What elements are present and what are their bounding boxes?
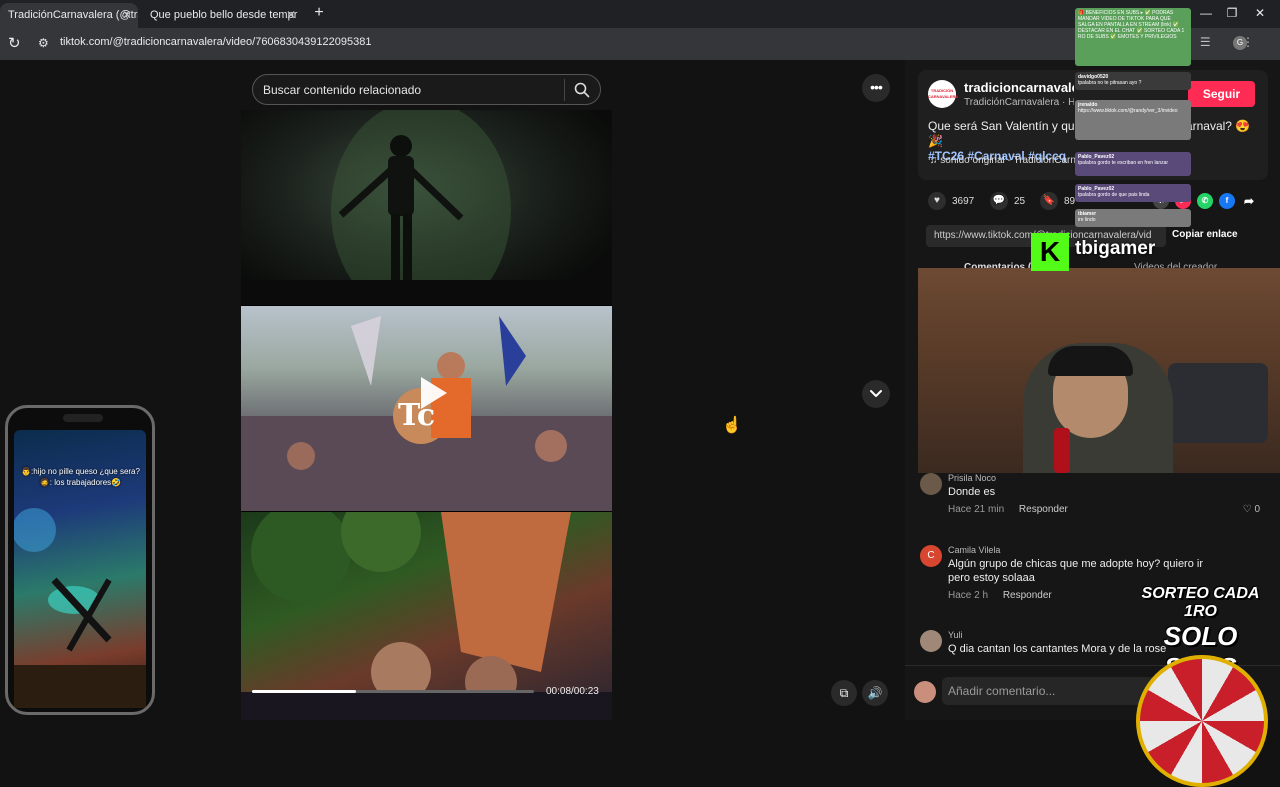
phone-overlay: 👨:hijo no pille queso ¿que sera? 🧔: los … bbox=[5, 405, 155, 715]
like-count: 3697 bbox=[952, 196, 975, 207]
comment-meta: Hace 21 min Responder bbox=[948, 504, 1068, 515]
pip-button[interactable]: ⧉ bbox=[831, 680, 857, 706]
more-options-button[interactable]: ••• bbox=[862, 74, 890, 102]
video-progress-fill bbox=[252, 690, 357, 693]
search-input[interactable] bbox=[263, 82, 553, 98]
creator-avatar[interactable]: TRADICIÓN CARNAVALERA bbox=[928, 80, 958, 108]
commenter-name[interactable]: Camila Vilela bbox=[948, 545, 1000, 555]
close-tab-icon[interactable]: ✕ bbox=[286, 3, 296, 28]
chat-message: davidgo0520 tpalabra no te pitrasan ayo … bbox=[1075, 72, 1191, 90]
volume-button[interactable]: 🔊 bbox=[862, 680, 888, 706]
comment-count: 25 bbox=[1014, 196, 1026, 207]
commenter-avatar[interactable] bbox=[920, 630, 942, 652]
performer-silhouette bbox=[241, 110, 612, 320]
comment-time: Hace 2 h bbox=[948, 590, 989, 601]
reply-button[interactable]: Responder bbox=[1019, 504, 1068, 515]
comment-text: Algún grupo de chicas que me adopte hoy?… bbox=[948, 558, 1204, 584]
chat-text: 🎁 BENEFICIOS EN SUBS ▸ ✅ PODRAS MANDAR V… bbox=[1078, 10, 1185, 40]
kick-logo-icon: K bbox=[1031, 233, 1069, 271]
chat-message: Pablo_Pavez02 tpalabra gordo te escriban… bbox=[1075, 152, 1191, 176]
comment-item: Prisila Noco Donde es Hace 21 min Respon… bbox=[918, 473, 1268, 518]
stream-chat: 🎁 BENEFICIOS EN SUBS ▸ ✅ PODRAS MANDAR V… bbox=[1075, 8, 1193, 230]
comment-icon[interactable]: 💬 bbox=[990, 192, 1008, 210]
tab-label: TradiciónCarnavalera (@tra bbox=[8, 9, 138, 21]
search-divider bbox=[564, 79, 565, 101]
chat-message: 🎁 BENEFICIOS EN SUBS ▸ ✅ PODRAS MANDAR V… bbox=[1075, 8, 1191, 66]
commenter-avatar[interactable]: C bbox=[920, 545, 942, 567]
new-tab-button[interactable]: + bbox=[310, 4, 328, 22]
commenter-name[interactable]: Yuli bbox=[948, 630, 963, 640]
video-player[interactable]: Tc bbox=[241, 110, 612, 720]
webcam-couch bbox=[1168, 363, 1268, 443]
video-frame-crowd: Tc bbox=[241, 306, 612, 511]
tc-watermark: Tc bbox=[398, 398, 436, 433]
user-avatar bbox=[914, 681, 936, 703]
chat-text: tpalabra gordo te escriban en fren lanza… bbox=[1078, 160, 1169, 166]
video-time: 00:08/00:23 bbox=[546, 686, 599, 697]
chat-message: jrenaldo https://www.tiktok.com/@randy/v… bbox=[1075, 100, 1191, 140]
video-frame-concert bbox=[241, 110, 612, 320]
reload-icon[interactable]: ↻ bbox=[8, 34, 21, 52]
comment-like-count: 0 bbox=[1254, 504, 1260, 515]
chevron-down-icon bbox=[870, 390, 882, 397]
minimize-icon[interactable]: — bbox=[1198, 6, 1214, 20]
streamer-webcam bbox=[918, 268, 1280, 473]
creator-subtitle: TradiciónCarnavalera · Hace 5 días bbox=[964, 97, 1074, 108]
mouse-cursor-icon: ☝ bbox=[722, 417, 742, 434]
webcam-microphone bbox=[1054, 428, 1070, 473]
reply-button[interactable]: Responder bbox=[1003, 590, 1052, 601]
phone-caption: 👨:hijo no pille queso ¿que sera? 🧔: los … bbox=[21, 467, 140, 487]
browser-tab-2[interactable]: Que pueblo bello desde tempr ✕ bbox=[142, 3, 302, 28]
close-tab-icon[interactable]: ✕ bbox=[122, 3, 132, 28]
comment-time: Hace 21 min bbox=[948, 504, 1005, 515]
comment-like[interactable]: ♡ 0 bbox=[1243, 504, 1260, 515]
commenter-name[interactable]: Prisila Noco bbox=[948, 473, 996, 483]
creator-handle[interactable]: tradicioncarnavalera bbox=[964, 80, 1074, 95]
heart-icon[interactable]: ♥ bbox=[928, 192, 946, 210]
raffle-line-1: SORTEO CADA 1RO bbox=[1141, 585, 1260, 620]
url-field[interactable]: tiktok.com/@tradicioncarnavalera/video/7… bbox=[60, 36, 371, 48]
streamer-name: tbigamer bbox=[1075, 238, 1156, 259]
share-arrow-icon[interactable]: ➦ bbox=[1241, 193, 1257, 209]
copy-link-button[interactable]: Copiar enlace bbox=[1172, 229, 1238, 240]
restore-icon[interactable]: ❐ bbox=[1224, 6, 1240, 20]
site-info-icon[interactable]: ⚙ bbox=[38, 36, 49, 50]
facebook-icon[interactable]: f bbox=[1219, 193, 1235, 209]
next-video-button[interactable] bbox=[862, 380, 890, 408]
chat-text: tpalabra gordo de que pais linda bbox=[1078, 192, 1150, 198]
profile-avatar[interactable]: G bbox=[1233, 36, 1247, 50]
commenter-avatar[interactable] bbox=[920, 473, 942, 495]
webcam-headset bbox=[1048, 346, 1133, 376]
close-window-icon[interactable]: ✕ bbox=[1252, 6, 1268, 20]
phone-notch bbox=[63, 414, 103, 422]
chat-text: ire lindo bbox=[1078, 217, 1096, 223]
video-progress-bar[interactable] bbox=[252, 690, 534, 693]
save-count: 89 bbox=[1064, 196, 1076, 207]
search-icon[interactable] bbox=[573, 81, 591, 99]
tab-label: Que pueblo bello desde tempr bbox=[150, 9, 298, 21]
chat-message: tbiamer ire lindo bbox=[1075, 209, 1191, 227]
chat-message: Pablo_Pavez02 tpalabra gordo de que pais… bbox=[1075, 184, 1191, 202]
follow-button[interactable]: Seguir bbox=[1188, 81, 1255, 107]
browser-tab-1[interactable]: TradiciónCarnavalera (@tra ✕ bbox=[0, 3, 138, 28]
comment-meta: Hace 2 h Responder bbox=[948, 590, 1052, 601]
comment-text: Donde es bbox=[948, 486, 996, 498]
whatsapp-icon[interactable]: ✆ bbox=[1197, 193, 1213, 209]
chat-text: https://www.tiktok.com/@randy/ver_3/invi… bbox=[1078, 108, 1178, 114]
chat-text: tpalabra no te pitrasan ayo ? bbox=[1078, 80, 1142, 86]
bookmark-icon[interactable]: 🔖 bbox=[1040, 192, 1058, 210]
related-search bbox=[252, 74, 601, 105]
raffle-wheel bbox=[1136, 655, 1268, 787]
